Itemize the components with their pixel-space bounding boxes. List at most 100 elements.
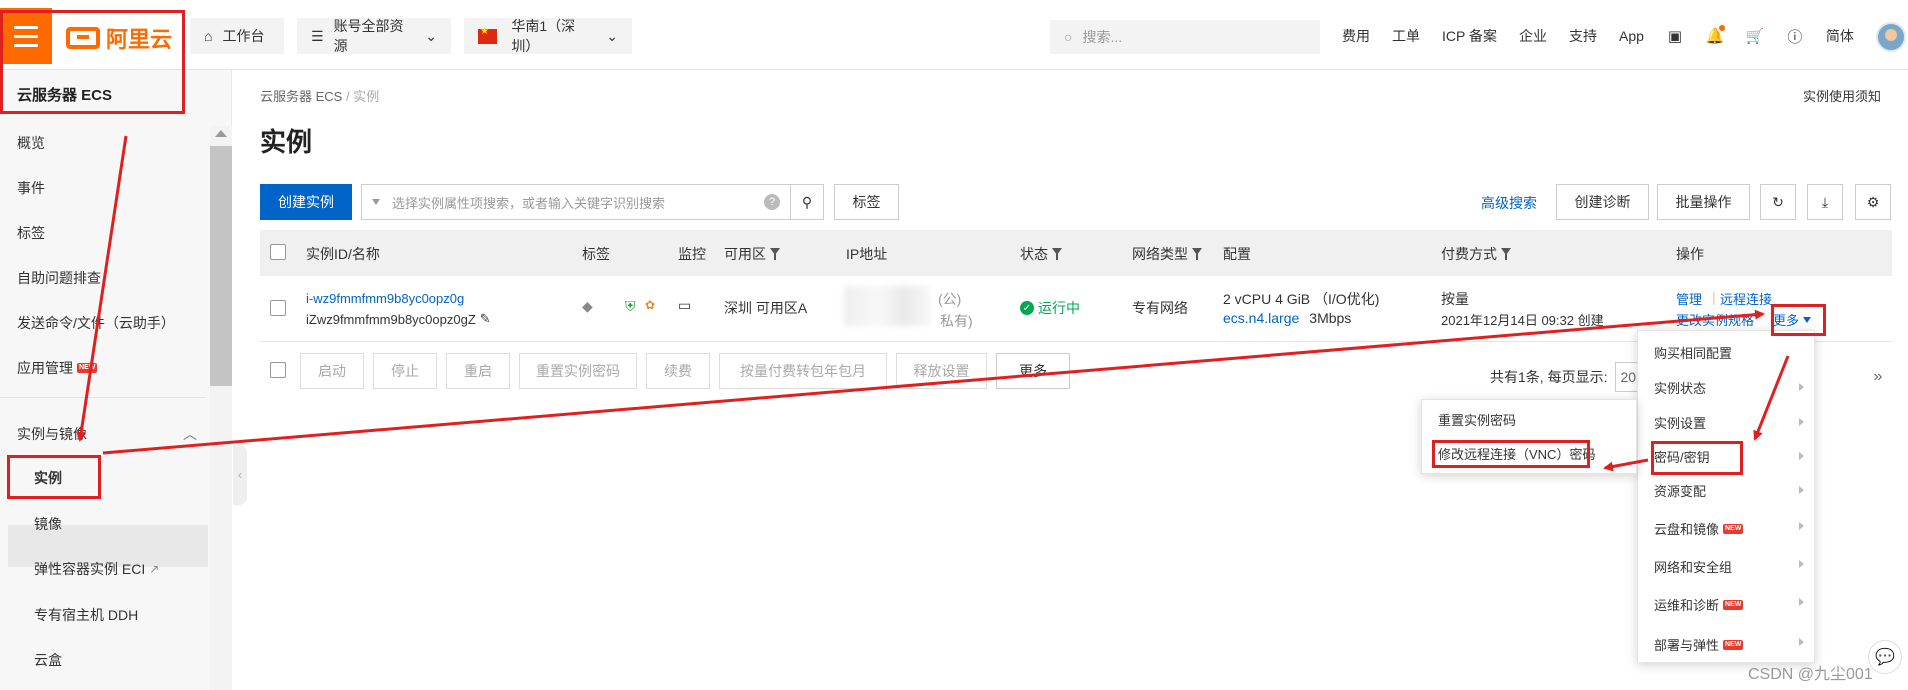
restart-button[interactable]: 重启 (446, 353, 510, 389)
bulk-more-button[interactable]: 更多 (996, 353, 1070, 389)
sidebar-group-instances-images[interactable]: 实例与镜像 ︿ (17, 424, 197, 444)
status-text: 运行中 (1038, 300, 1080, 316)
sidebar-scrollbar[interactable] (210, 126, 232, 690)
settings-button[interactable]: ⚙ (1855, 184, 1891, 220)
start-button[interactable]: 启动 (300, 353, 364, 389)
sidebar-item-tags[interactable]: 标签 (17, 223, 45, 243)
help-icon[interactable]: ? (764, 194, 780, 210)
sidebar-item-events[interactable]: 事件 (17, 178, 45, 198)
row-checkbox[interactable] (270, 300, 286, 316)
batch-operation-button[interactable]: 批量操作 (1657, 184, 1750, 220)
link-icp[interactable]: ICP 备案 (1442, 26, 1497, 46)
link-fees[interactable]: 费用 (1342, 26, 1370, 46)
sidebar-item-cloudbox[interactable]: 云盒 (34, 650, 62, 670)
bulk-select-checkbox[interactable] (270, 362, 286, 378)
convert-billing-button[interactable]: 按量付费转包年包月 (719, 353, 887, 389)
chevron-right-icon (1799, 418, 1804, 426)
column-header-network[interactable]: 网络类型 (1132, 244, 1202, 264)
select-all-checkbox[interactable] (270, 244, 286, 260)
tag-filter-button[interactable]: 标签 (834, 184, 899, 220)
link-support[interactable]: 支持 (1569, 26, 1597, 46)
search-button[interactable]: ⚲ (790, 184, 824, 220)
edit-icon[interactable]: ✎ (480, 311, 491, 327)
search-icon: ⚲ (801, 193, 813, 210)
workbench-button[interactable]: ⌂ 工作台 (190, 18, 284, 54)
sidebar-collapse-handle[interactable]: ‹ (233, 445, 247, 505)
change-spec-link[interactable]: 更改实例规格 (1676, 310, 1754, 329)
remote-connect-link[interactable]: 远程连接 (1720, 289, 1772, 308)
column-header-status[interactable]: 状态 (1020, 244, 1062, 264)
sidebar-item-ddh[interactable]: 专有宿主机 DDH (34, 605, 138, 625)
filter-icon[interactable] (1192, 248, 1202, 260)
release-settings-button[interactable]: 释放设置 (896, 353, 987, 389)
terminal-icon[interactable]: ▣ (1666, 27, 1684, 45)
app-icon[interactable]: ✿ (645, 298, 655, 312)
breadcrumb-ecs[interactable]: 云服务器 ECS (260, 89, 342, 104)
server-icon: ☰ (311, 27, 324, 44)
menu-item-ops-diagnosis[interactable]: 运维和诊断 NEW (1654, 595, 1744, 614)
menu-item-resource-change[interactable]: 资源变配 (1654, 481, 1706, 500)
tag-icon[interactable]: ◆ (582, 298, 593, 315)
home-icon: ⌂ (204, 28, 213, 44)
menu-item-label: 实例设置 (1654, 416, 1707, 431)
menu-item-reset-password[interactable]: 重置实例密码 (1438, 410, 1516, 429)
sidebar-group-label: 实例与镜像 (17, 426, 87, 442)
advanced-search-link[interactable]: 高级搜索 (1481, 193, 1537, 213)
region-selector[interactable]: 华南1（深圳） ⌄ (464, 18, 632, 54)
next-page-icon[interactable]: » (1873, 368, 1882, 386)
menu-item-instance-settings[interactable]: 实例设置 (1654, 413, 1706, 432)
link-enterprise[interactable]: 企业 (1519, 26, 1547, 46)
menu-item-label: 运维和诊断 (1654, 598, 1720, 613)
manage-link[interactable]: 管理 (1676, 289, 1702, 308)
avatar[interactable] (1876, 22, 1906, 52)
create-diagnosis-button[interactable]: 创建诊断 (1556, 184, 1649, 220)
resource-selector[interactable]: ☰ 账号全部资源 ⌄ (297, 18, 451, 54)
stop-button[interactable]: 停止 (373, 353, 437, 389)
monitor-icon[interactable]: ▭ (678, 297, 691, 314)
export-button[interactable]: ⤓ (1807, 184, 1843, 220)
instance-name: iZwz9fmmfmm9b8yc0opz0gZ ✎ (306, 311, 491, 327)
global-search-input[interactable]: ○ 搜索... (1050, 20, 1320, 54)
instance-notice-link[interactable]: 实例使用须知 (1803, 86, 1881, 105)
sidebar-item-troubleshoot[interactable]: 自助问题排查 (17, 268, 101, 288)
cart-icon[interactable]: 🛒 (1746, 27, 1765, 45)
chat-icon[interactable]: 💬 (1868, 640, 1902, 674)
help-icon[interactable]: ⓘ (1786, 27, 1804, 46)
link-app[interactable]: App (1619, 28, 1644, 44)
billing-method: 按量 (1441, 291, 1469, 307)
language-switch[interactable]: 简体 (1826, 26, 1854, 46)
sidebar-item-app-management[interactable]: 应用管理 NEW (17, 358, 98, 378)
scroll-up-icon[interactable] (215, 130, 227, 137)
bell-icon[interactable]: 🔔 (1706, 25, 1725, 45)
menu-item-instance-status[interactable]: 实例状态 (1654, 378, 1804, 397)
sidebar-item-overview[interactable]: 概览 (17, 133, 45, 153)
filter-icon[interactable] (770, 248, 780, 260)
top-links: 费用 工单 ICP 备案 企业 支持 App ▣ 🔔 🛒 ⓘ 简体 (1342, 25, 1854, 46)
filter-icon[interactable] (1501, 248, 1511, 260)
menu-item-disk-image[interactable]: 云盘和镜像 NEW (1654, 519, 1744, 538)
renew-button[interactable]: 续费 (646, 353, 710, 389)
link-tickets[interactable]: 工单 (1392, 26, 1420, 46)
filter-icon[interactable] (1052, 248, 1062, 260)
new-badge: NEW (1723, 523, 1744, 534)
chevron-right-icon (1799, 383, 1804, 391)
external-link-icon: ↗ (149, 562, 160, 576)
sidebar-item-cloud-assistant[interactable]: 发送命令/文件（云助手） (17, 313, 175, 333)
refresh-button[interactable]: ↻ (1760, 184, 1796, 220)
security-shield-icon[interactable]: ⛨ (625, 298, 636, 315)
sidebar-item-eci[interactable]: 弹性容器实例 ECI ↗ (34, 559, 159, 579)
instance-id-link[interactable]: i-wz9fmmfmm9b8yc0opz0g (306, 291, 464, 306)
column-header-zone[interactable]: 可用区 (724, 244, 780, 264)
annotation-box-more (1771, 304, 1826, 336)
page-title: 实例 (260, 127, 313, 157)
instance-type-link[interactable]: ecs.n4.large (1223, 310, 1299, 326)
instance-search-input[interactable]: 选择实例属性项搜索，或者输入关键字识别搜索 ? (361, 184, 791, 220)
create-instance-button[interactable]: 创建实例 (260, 184, 352, 220)
reset-password-button[interactable]: 重置实例密码 (519, 353, 637, 389)
menu-item-buy-same[interactable]: 购买相同配置 (1654, 343, 1732, 362)
menu-item-deploy-elastic[interactable]: 部署与弹性 NEW (1654, 635, 1744, 654)
menu-item-network-security[interactable]: 网络和安全组 (1654, 557, 1732, 576)
scrollbar-thumb[interactable] (210, 146, 232, 386)
sidebar-item-images[interactable]: 镜像 (34, 514, 62, 534)
column-header-billing[interactable]: 付费方式 (1441, 244, 1511, 264)
